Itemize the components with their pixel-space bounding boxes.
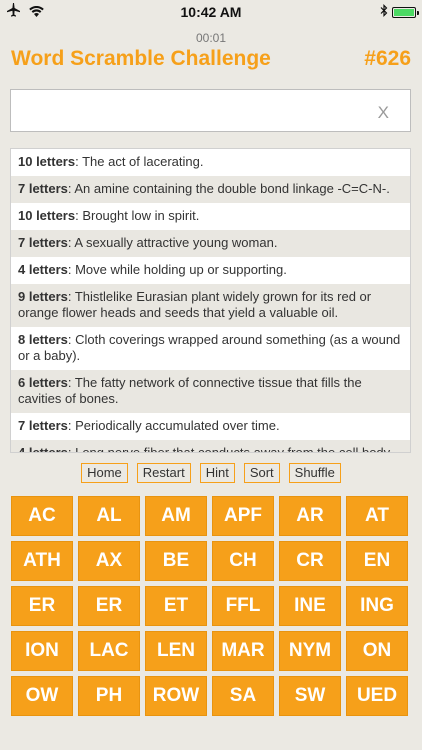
clue-text: : A sexually attractive young woman. (67, 235, 278, 250)
letter-tile[interactable]: LEN (145, 631, 207, 671)
letter-tile[interactable]: MAR (212, 631, 274, 671)
clue-text: : The fatty network of connective tissue… (18, 375, 362, 406)
letter-tile[interactable]: ING (346, 586, 408, 626)
letter-tile[interactable]: ER (11, 586, 73, 626)
letter-tile[interactable]: CR (279, 541, 341, 581)
clue-item[interactable]: 9 letters: Thistlelike Eurasian plant wi… (11, 284, 410, 327)
letter-tile[interactable]: NYM (279, 631, 341, 671)
status-time: 10:42 AM (180, 4, 242, 20)
clue-item[interactable]: 7 letters: An amine containing the doubl… (11, 176, 410, 203)
hint-button[interactable]: Hint (199, 463, 235, 483)
clue-item[interactable]: 7 letters: Periodically accumulated over… (11, 413, 410, 440)
clue-text: : The act of lacerating. (75, 154, 204, 169)
letter-tile[interactable]: ION (11, 631, 73, 671)
letter-tile[interactable]: AX (78, 541, 140, 581)
clue-text: : Long nerve fiber that conducts away fr… (67, 445, 391, 453)
clue-length: 9 letters (18, 289, 68, 304)
clue-length: 6 letters (18, 375, 68, 390)
bluetooth-icon (380, 4, 388, 20)
letter-tile[interactable]: ET (145, 586, 207, 626)
letter-tile[interactable]: FFL (212, 586, 274, 626)
clue-length: 7 letters (18, 418, 68, 433)
clue-item[interactable]: 6 letters: The fatty network of connecti… (11, 370, 410, 413)
letter-tile[interactable]: ER (78, 586, 140, 626)
clue-list[interactable]: 10 letters: The act of lacerating. 7 let… (10, 148, 411, 453)
status-bar: 10:42 AM (0, 0, 422, 22)
answer-input-box[interactable]: X (10, 89, 411, 132)
clue-length: 10 letters (18, 208, 76, 223)
clue-item[interactable]: 4 letters: Long nerve fiber that conduct… (11, 440, 410, 453)
puzzle-number: #626 (364, 47, 411, 70)
clue-item[interactable]: 7 letters: A sexually attractive young w… (11, 230, 410, 257)
letter-tile[interactable]: PH (78, 676, 140, 716)
battery-icon (392, 6, 419, 18)
letter-tile[interactable]: LAC (78, 631, 140, 671)
clue-length: 7 letters (18, 181, 68, 196)
clue-text: : Brought low in spirit. (75, 208, 200, 223)
clue-text: : An amine containing the double bond li… (67, 181, 390, 196)
letter-tile[interactable]: AM (145, 496, 207, 536)
sort-button[interactable]: Sort (243, 463, 280, 483)
clear-button[interactable]: X (378, 103, 389, 123)
clue-item[interactable]: 10 letters: Brought low in spirit. (11, 203, 410, 230)
elapsed-timer: 00:01 (195, 31, 227, 45)
letter-tile[interactable]: ON (346, 631, 408, 671)
clue-item[interactable]: 10 letters: The act of lacerating. (11, 149, 410, 176)
action-bar: Home Restart Hint Sort Shuffle (0, 463, 422, 483)
clue-text: : Cloth coverings wrapped around somethi… (18, 332, 401, 363)
clue-length: 4 letters (18, 445, 68, 453)
letter-tile[interactable]: SA (212, 676, 274, 716)
letter-tile[interactable]: ATH (11, 541, 73, 581)
letter-tile[interactable]: EN (346, 541, 408, 581)
letter-tile[interactable]: CH (212, 541, 274, 581)
letter-tile-grid: AC AL AM APF AR AT ATH AX BE CH CR EN ER… (11, 496, 412, 716)
clue-length: 7 letters (18, 235, 68, 250)
letter-tile[interactable]: OW (11, 676, 73, 716)
letter-tile[interactable]: APF (212, 496, 274, 536)
letter-tile[interactable]: SW (279, 676, 341, 716)
home-button[interactable]: Home (81, 463, 128, 483)
letter-tile[interactable]: BE (145, 541, 207, 581)
clue-length: 8 letters (18, 332, 68, 347)
letter-tile[interactable]: AC (11, 496, 73, 536)
clue-length: 4 letters (18, 262, 68, 277)
clue-item[interactable]: 8 letters: Cloth coverings wrapped aroun… (11, 327, 410, 370)
clue-text: : Move while holding up or supporting. (67, 262, 287, 277)
shuffle-button[interactable]: Shuffle (288, 463, 341, 483)
letter-tile[interactable]: INE (279, 586, 341, 626)
letter-tile[interactable]: AL (78, 496, 140, 536)
clue-length: 10 letters (18, 154, 76, 169)
page-title: Word Scramble Challenge (11, 47, 271, 70)
letter-tile[interactable]: UED (346, 676, 408, 716)
letter-tile[interactable]: AR (279, 496, 341, 536)
clue-item[interactable]: 4 letters: Move while holding up or supp… (11, 257, 410, 284)
restart-button[interactable]: Restart (136, 463, 191, 483)
clue-text: : Thistlelike Eurasian plant widely grow… (18, 289, 372, 320)
letter-tile[interactable]: ROW (145, 676, 207, 716)
status-right (380, 4, 419, 20)
clue-text: : Periodically accumulated over time. (67, 418, 280, 433)
letter-tile[interactable]: AT (346, 496, 408, 536)
answer-input[interactable] (19, 98, 363, 126)
